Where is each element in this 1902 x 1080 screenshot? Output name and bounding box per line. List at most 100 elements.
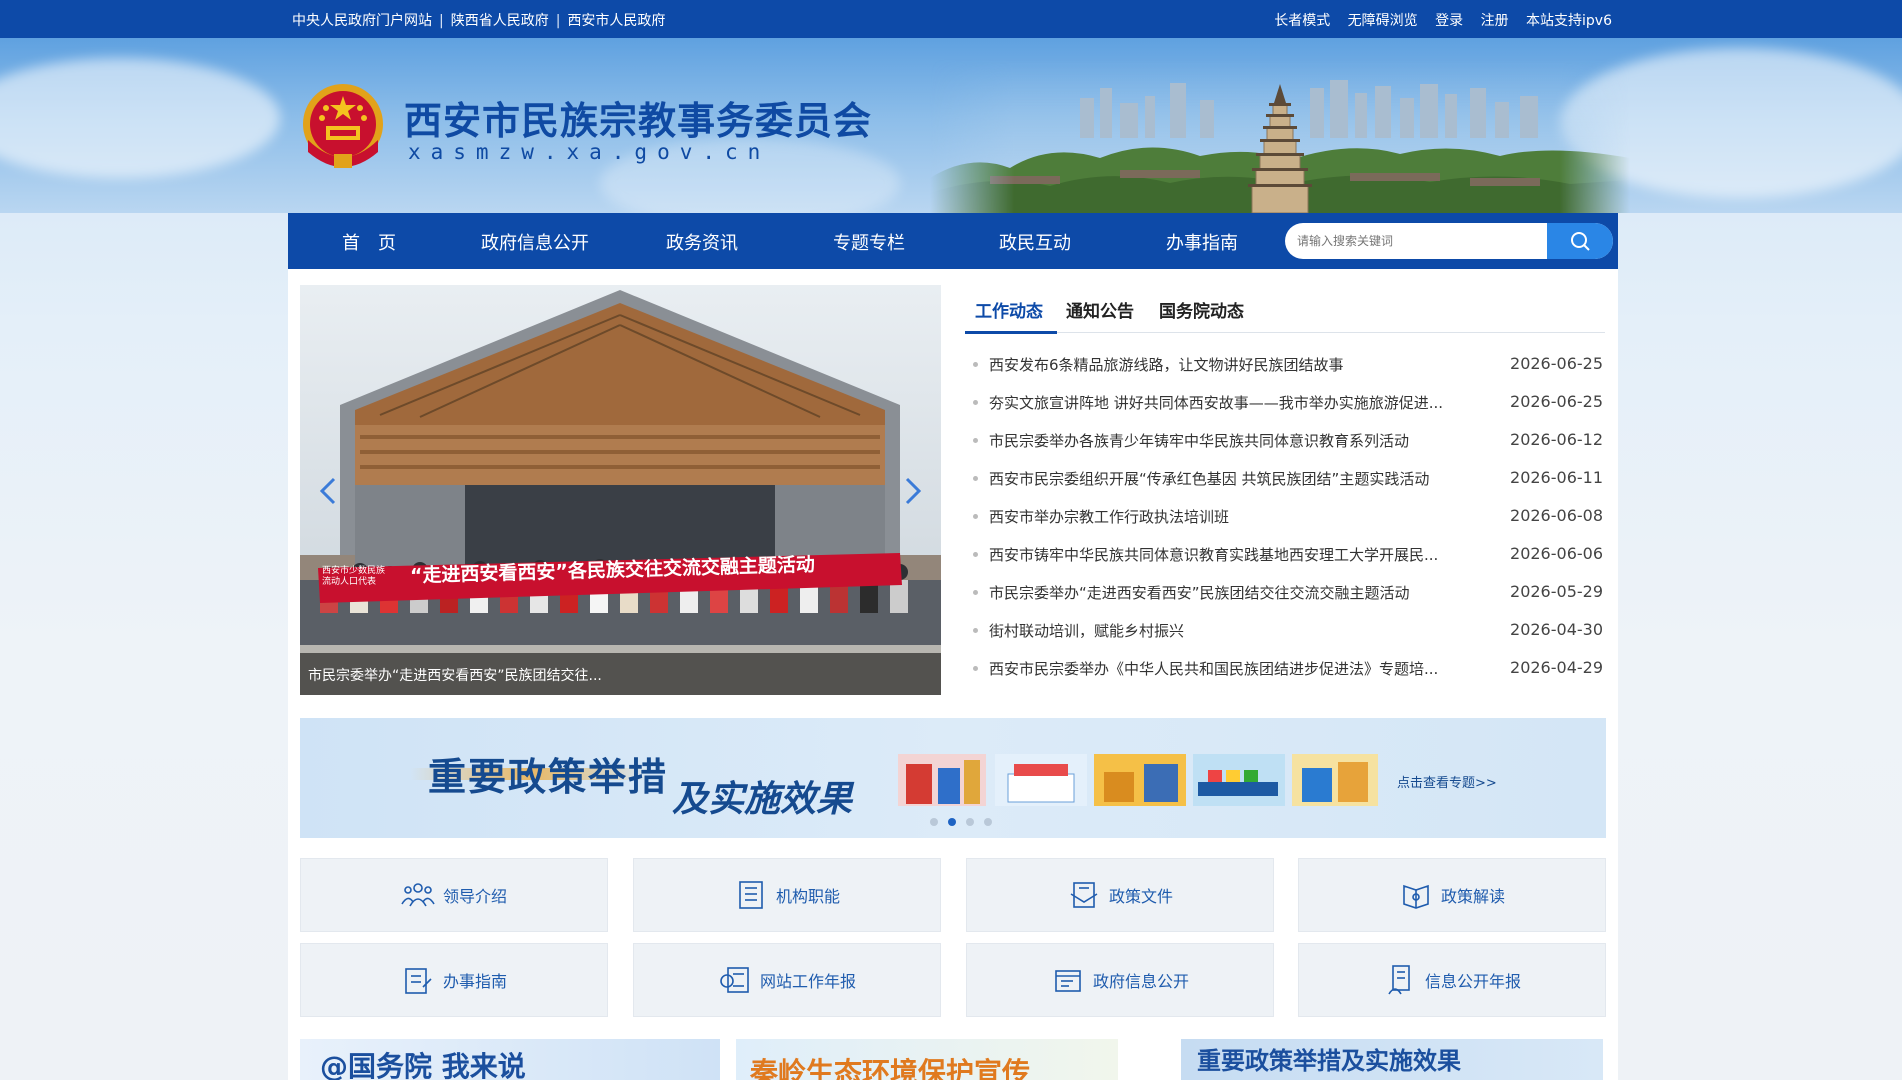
list-item: 夯实文旅宣讲阵地 讲好共同体西安故事——我市举办实施旅游促进... 2026-06… [973,388,1603,426]
nav-gov-news[interactable]: 政务资讯 [666,229,738,255]
divider: | [555,13,561,29]
slider-next-arrow-icon[interactable] [901,475,925,507]
national-emblem-icon [303,84,383,168]
bullet-icon [973,476,978,481]
active-tab-underline [965,331,1057,334]
slide-caption-bar: 市民宗委举办“走进西安看西安”民族团结交往... [300,653,941,695]
accessibility-link[interactable]: 无障碍浏览 [1348,13,1418,29]
site-domain: xasmzw.xa.gov.cn [408,140,771,164]
carousel-dot[interactable] [930,818,938,826]
view-topic-link[interactable]: 点击查看专题>> [1397,772,1497,791]
search-button[interactable] [1547,223,1613,259]
news-title[interactable]: 街村联动培训，赋能乡村振兴 [989,620,1479,641]
carousel-dot-active[interactable] [948,818,956,826]
promo-state-council[interactable]: @国务院 我来说 [300,1039,720,1080]
tile-service-guide[interactable]: 办事指南 [300,943,608,1017]
elder-mode-link[interactable]: 长者模式 [1274,13,1330,29]
news-title[interactable]: 西安市民宗委组织开展“传承红色基因 共筑民族团结”主题实践活动 [989,468,1479,489]
link-central-gov[interactable]: 中央人民政府门户网站 [292,13,432,29]
news-date: 2026-06-06 [1510,544,1603,563]
policy-illustrations [898,754,1378,806]
nav-interaction[interactable]: 政民互动 [999,229,1071,255]
search-icon [1571,232,1590,251]
tab-notices[interactable]: 通知公告 [1066,297,1134,322]
nav-gov-info[interactable]: 政府信息公开 [481,229,589,255]
ipv6-link[interactable]: 本站支持ipv6 [1526,13,1612,29]
list-item: 西安市举办宗教工作行政执法培训班 2026-06-08 [973,502,1603,540]
people-icon [401,878,435,912]
policy-title: 重要政策举措 [428,754,669,799]
news-title[interactable]: 西安市民宗委举办《中华人民共和国民族团结进步促进法》专题培... [989,658,1479,679]
list-item: 西安市民宗委组织开展“传承红色基因 共筑民族团结”主题实践活动 2026-06-1… [973,464,1603,502]
search-box [1285,223,1613,259]
gov-links: 中央人民政府门户网站 | 陕西省人民政府 | 西安市人民政府 [292,10,665,30]
link-shaanxi-gov[interactable]: 陕西省人民政府 [451,13,549,29]
tab-work-news[interactable]: 工作动态 [975,297,1043,322]
nav-special-topics[interactable]: 专题专栏 [833,229,905,255]
news-title[interactable]: 西安市举办宗教工作行政执法培训班 [989,506,1479,527]
nav-home[interactable]: 首 页 [342,229,396,255]
bullet-icon [973,438,978,443]
carousel-dot[interactable] [966,818,974,826]
bullet-icon [973,590,978,595]
news-title[interactable]: 西安市铸牢中华民族共同体意识教育实践基地西安理工大学开展民... [989,544,1479,565]
news-title[interactable]: 市民宗委举办“走进西安看西安”民族团结交往交流交融主题活动 [989,582,1479,603]
document-icon [1067,878,1101,912]
news-date: 2026-04-30 [1510,620,1603,639]
news-title[interactable]: 市民宗委举办各族青少年铸牢中华民族共同体意识教育系列活动 [989,430,1479,451]
city-skyline-image [930,58,1630,213]
bullet-icon [973,362,978,367]
list-item: 西安市铸牢中华民族共同体意识教育实践基地西安理工大学开展民... 2026-06-… [973,540,1603,578]
utility-links: 长者模式 无障碍浏览 登录 注册 本站支持ipv6 [1261,10,1612,30]
promo-text: @国务院 我来说 [320,1050,526,1080]
org-chart-icon [734,878,768,912]
promo-qinling[interactable]: 秦岭生态环境保护宣传 [736,1039,1118,1080]
bullet-icon [973,400,978,405]
bullet-icon [973,666,978,671]
annual-report-icon [1383,963,1417,997]
tile-website-annual-report[interactable]: 网站工作年报 [633,943,941,1017]
tab-state-council[interactable]: 国务院动态 [1159,297,1244,322]
register-link[interactable]: 注册 [1481,13,1509,29]
carousel-dot[interactable] [984,818,992,826]
slide-photo [300,285,941,695]
search-input[interactable] [1285,223,1547,259]
site-title: 西安市民族宗教事务委员会 [404,98,873,143]
news-title[interactable]: 夯实文旅宣讲阵地 讲好共同体西安故事——我市举办实施旅游促进... [989,392,1479,413]
report-icon [718,963,752,997]
tile-label: 政府信息公开 [1092,972,1189,991]
list-item: 西安市民宗委举办《中华人民共和国民族团结进步促进法》专题培... 2026-04-… [973,654,1603,692]
checklist-icon [401,963,435,997]
main-container: 首 页 政府信息公开 政务资讯 专题专栏 政民互动 办事指南 请输入搜索关键词 … [288,213,1618,1080]
tile-label: 信息公开年报 [1424,972,1521,991]
slide-caption[interactable]: 市民宗委举办“走进西安看西安”民族团结交往... [308,665,602,685]
tile-gov-info-public[interactable]: 政府信息公开 [966,943,1274,1017]
tile-policy-docs[interactable]: 政策文件 [966,858,1274,932]
tile-label: 网站工作年报 [759,972,856,991]
tile-org-functions[interactable]: 机构职能 [633,858,941,932]
news-date: 2026-05-29 [1510,582,1603,601]
login-link[interactable]: 登录 [1435,13,1463,29]
news-date: 2026-06-25 [1510,354,1603,373]
link-xian-gov[interactable]: 西安市人民政府 [567,13,665,29]
tile-info-annual-report[interactable]: 信息公开年报 [1298,943,1606,1017]
news-date: 2026-06-08 [1510,506,1603,525]
nav-service-guide[interactable]: 办事指南 [1166,229,1238,255]
news-date: 2026-06-25 [1510,392,1603,411]
promo-policy[interactable]: 重要政策举措及实施效果 [1181,1039,1603,1080]
policy-subtitle: 及实施效果 [672,778,853,820]
bullet-icon [973,628,978,633]
tile-policy-interpretation[interactable]: 政策解读 [1298,858,1606,932]
main-nav: 首 页 政府信息公开 政务资讯 专题专栏 政民互动 办事指南 [288,213,1618,269]
photo-slider[interactable]: 西安市少数民族流动人口代表 “走进西安看西安”各民族交往交流交融主题活动 市民宗… [300,285,941,695]
carousel-dots [300,818,1606,828]
slider-prev-arrow-icon[interactable] [316,475,340,507]
news-date: 2026-04-29 [1510,658,1603,677]
list-item: 西安发布6条精品旅游线路，让文物讲好民族团结故事 2026-06-25 [973,350,1603,388]
news-tabs: 工作动态 通知公告 国务院动态 [965,291,1605,334]
policy-banner[interactable]: 重要政策举措 及实施效果 点击查看专题>> [300,718,1606,838]
news-title[interactable]: 西安发布6条精品旅游线路，让文物讲好民族团结故事 [989,354,1479,375]
header-banner: 西安市民族宗教事务委员会 xasmzw.xa.gov.cn [0,38,1902,213]
info-folder-icon [1051,963,1085,997]
tile-leaders[interactable]: 领导介绍 [300,858,608,932]
